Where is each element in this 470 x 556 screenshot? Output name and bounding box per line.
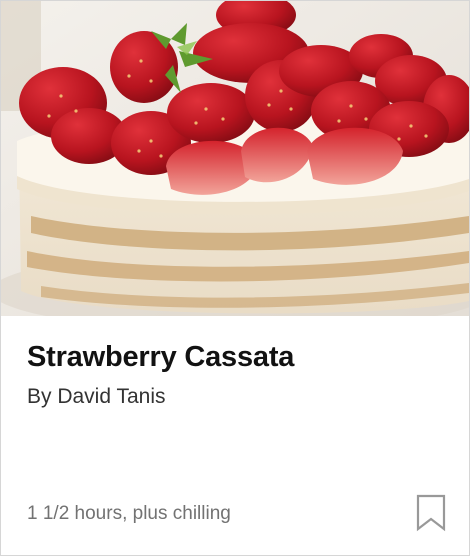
recipe-byline: By David Tanis [27,385,166,408]
save-recipe-button[interactable] [413,491,449,535]
bookmark-icon [416,494,446,532]
strawberry-cassata-photo [1,1,469,316]
recipe-time: 1 1/2 hours, plus chilling [27,503,231,524]
recipe-card[interactable]: Strawberry Cassata By David Tanis 1 1/2 … [0,0,470,556]
recipe-image[interactable] [1,1,469,316]
recipe-title[interactable]: Strawberry Cassata [27,339,294,375]
